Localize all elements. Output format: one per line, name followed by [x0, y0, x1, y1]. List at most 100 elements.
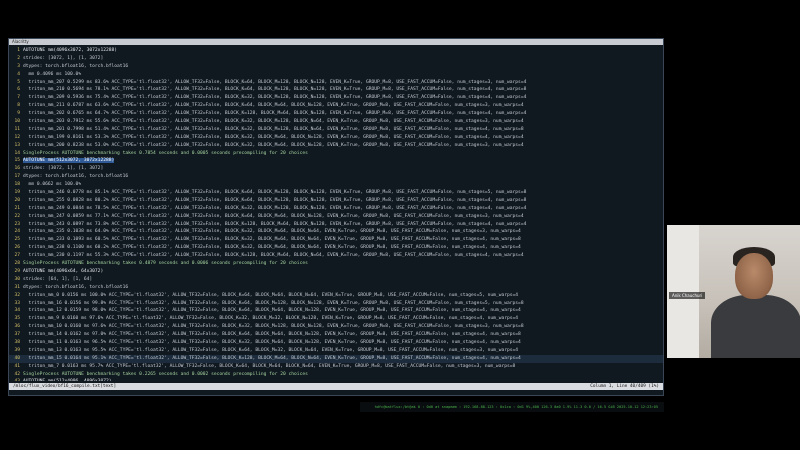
editor-line[interactable]: 11 triton_mm_201 0.7998 ms 51.4% ACC_TYP…	[9, 126, 663, 134]
line-number: 36	[14, 324, 20, 330]
editor-line[interactable]: 27 triton_mm_230 0.1197 ms 55.3% ACC_TYP…	[9, 252, 663, 260]
line-number: 40	[14, 355, 20, 361]
editor-line[interactable]: 40 triton_mm_15 0.0164 ms 95.1% ACC_TYPE…	[9, 354, 663, 363]
line-text: dtypes: torch.bfloat16, torch.bfloat16	[23, 284, 129, 290]
editor-text-area[interactable]: 1 AUTOTUNE mm(4096x3072, 3072x12288) 2 stri…	[9, 47, 663, 381]
editor-line[interactable]: 5 triton_mm_207 0.5299 ms 83.6% ACC_TYPE…	[9, 79, 663, 87]
line-number: 24	[14, 229, 20, 235]
editor-line[interactable]: 13 triton_mm_200 0.8238 ms 53.0% ACC_TYP…	[9, 142, 663, 150]
editor-line[interactable]: 20 triton_mm_255 0.0828 ms 80.2% ACC_TYP…	[9, 197, 663, 205]
editor-line[interactable]: 18 mm 0.0662 ms 100.0%	[9, 181, 663, 189]
line-text: triton_mm_199 0.8161 ms 53.3% ACC_TYPE='…	[23, 134, 524, 140]
line-number: 28	[14, 261, 20, 267]
line-text: triton_mm_14 0.0162 ms 97.0% ACC_TYPE='t…	[23, 332, 521, 338]
editor-line[interactable]: 17 dtypes: torch.bfloat16, torch.bfloat16	[9, 173, 663, 181]
editor-line[interactable]: 36 triton_mm_10 0.0160 ms 97.6% ACC_TYPE…	[9, 323, 663, 331]
line-text: AUTOTUNE mm(4096x3072, 3072x12288)	[23, 48, 118, 53]
line-text: triton_mm_243 0.0897 ms 73.8% ACC_TYPE='…	[23, 221, 527, 227]
line-number: 41	[14, 363, 20, 369]
line-text: triton_mm_201 0.7998 ms 51.4% ACC_TYPE='…	[23, 126, 524, 132]
editor-line[interactable]: 33 triton_mm_16 0.0156 ms 99.8% ACC_TYPE…	[9, 300, 663, 308]
line-number: 18	[14, 182, 20, 188]
system-tray-status: hdfc@batflux:/bt@ak 0 : 0d0 at snapmem :…	[360, 402, 664, 412]
editor-line[interactable]: 26 triton_mm_238 0.1100 ms 60.2% ACC_TYP…	[9, 244, 663, 252]
line-text: AUTOTUNE mm(4096x64, 64x3072)	[23, 268, 104, 274]
editor-line[interactable]: 10 triton_mm_203 0.7912 ms 55.6% ACC_TYP…	[9, 118, 663, 126]
line-text: triton_mm_0 0.0156 ms 100.0% ACC_TYPE='t…	[23, 292, 519, 298]
editor-line[interactable]: 12 triton_mm_199 0.8161 ms 53.3% ACC_TYP…	[9, 134, 663, 142]
line-text: triton_mm_230 0.1197 ms 55.3% ACC_TYPE='…	[23, 253, 524, 259]
editor-line[interactable]: 42 SingleProcess AUTOTUNE benchmarking ta…	[9, 371, 663, 379]
editor-line[interactable]: 14 SingleProcess AUTOTUNE benchmarking ta…	[9, 150, 663, 158]
editor-line[interactable]: 34 triton_mm_12 0.0159 ms 98.0% ACC_TYPE…	[9, 307, 663, 315]
line-text: triton_mm_11 0.0163 ms 96.5% ACC_TYPE='t…	[23, 339, 521, 345]
editor-line[interactable]: 39 triton_mm_13 0.0163 ms 95.5% ACC_TYPE…	[9, 347, 663, 355]
line-number: 19	[14, 190, 20, 196]
editor-line[interactable]: 35 triton_mm_9 0.0160 ms 97.6% ACC_TYPE=…	[9, 315, 663, 323]
cursor-position: Column 1, Line 40/409 (1%)	[590, 384, 659, 389]
command-line[interactable]	[9, 390, 663, 395]
editor-line[interactable]: 21 triton_mm_249 0.0844 ms 78.5% ACC_TYP…	[9, 205, 663, 213]
line-text: triton_mm_233 0.1093 ms 60.5% ACC_TYPE='…	[23, 237, 521, 243]
editor-line[interactable]: 8 triton_mm_211 0.6787 ms 63.6% ACC_TYPE…	[9, 102, 663, 110]
line-text: triton_mm_200 0.8238 ms 53.0% ACC_TYPE='…	[23, 142, 524, 148]
editor-line[interactable]: 22 triton_mm_247 0.0859 ms 77.1% ACC_TYP…	[9, 213, 663, 221]
line-number: 9	[17, 111, 20, 117]
editor-line[interactable]: 4 mm 0.4096 ms 100.0%	[9, 71, 663, 79]
editor-line[interactable]: 30 strides: [64, 1], [1, 64]	[9, 276, 663, 284]
line-text: triton_mm_246 0.0778 ms 85.1% ACC_TYPE='…	[23, 190, 527, 196]
line-number: 2	[17, 55, 20, 61]
line-text: triton_mm_211 0.6787 ms 63.6% ACC_TYPE='…	[23, 103, 524, 109]
line-number: 5	[17, 79, 20, 85]
editor-line[interactable]: 23 triton_mm_243 0.0897 ms 73.8% ACC_TYP…	[9, 221, 663, 229]
line-number: 35	[14, 316, 20, 322]
terminal-window[interactable]: Alacritty 1 AUTOTUNE mm(4096x3072, 3072x1…	[8, 38, 664, 396]
editor-line[interactable]: 9 triton_mm_202 0.6765 ms 64.7% ACC_TYPE…	[9, 110, 663, 118]
line-number: 16	[14, 166, 20, 172]
line-number: 42	[14, 371, 20, 377]
line-text: triton_mm_249 0.0844 ms 78.5% ACC_TYPE='…	[23, 205, 527, 211]
line-text: triton_mm_10 0.0160 ms 97.6% ACC_TYPE='t…	[23, 324, 524, 330]
editor-line[interactable]: 29 AUTOTUNE mm(4096x64, 64x3072)	[9, 268, 663, 276]
line-text: triton_mm_9 0.0160 ms 97.6% ACC_TYPE='tl…	[23, 316, 519, 322]
editor-line[interactable]: 41 triton_mm_7 0.0163 ms 95.7% ACC_TYPE=…	[9, 363, 663, 371]
editor-line[interactable]: 38 triton_mm_11 0.0163 ms 96.5% ACC_TYPE…	[9, 339, 663, 347]
editor-line[interactable]: 32 triton_mm_0 0.0156 ms 100.0% ACC_TYPE…	[9, 292, 663, 300]
line-text: strides: [3072, 1], [1, 3072]	[23, 55, 104, 61]
editor-line[interactable]: 43AUTOTUNE mm(512x4096, 4096x3072)	[9, 378, 663, 381]
editor-line[interactable]: 3 dtypes: torch.bfloat16, torch.bfloat16	[9, 63, 663, 71]
line-number: 23	[14, 221, 20, 227]
editor-line[interactable]: 25 triton_mm_233 0.1093 ms 60.5% ACC_TYP…	[9, 236, 663, 244]
line-number: 20	[14, 197, 20, 203]
editor-line[interactable]: 2 strides: [3072, 1], [1, 3072]	[9, 55, 663, 63]
line-number: 32	[14, 292, 20, 298]
editor-line[interactable]: 16 strides: [3072, 1], [1, 3072]	[9, 165, 663, 173]
editor-line[interactable]: 37 triton_mm_14 0.0162 ms 97.0% ACC_TYPE…	[9, 331, 663, 339]
line-text: AUTOTUNE mm(512x4096, 4096x3072)	[23, 379, 112, 381]
line-number: 8	[17, 103, 20, 109]
line-number: 34	[14, 308, 20, 314]
line-text: triton_mm_15 0.0164 ms 95.1% ACC_TYPE='t…	[23, 355, 521, 361]
line-number: 31	[14, 284, 20, 290]
line-number: 33	[14, 300, 20, 306]
line-text: triton_mm_209 0.5936 ms 75.4% ACC_TYPE='…	[23, 95, 527, 101]
line-number: 30	[14, 276, 20, 282]
line-number: 7	[17, 95, 20, 101]
editor-line[interactable]: 1 AUTOTUNE mm(4096x3072, 3072x12288)	[9, 47, 663, 55]
editor-line[interactable]: 31 dtypes: torch.bfloat16, torch.bfloat16	[9, 284, 663, 292]
line-text: strides: [64, 1], [1, 64]	[23, 276, 93, 282]
line-number: 3	[17, 63, 20, 69]
line-text: dtypes: torch.bfloat16, torch.bfloat16	[23, 63, 129, 69]
editor-line[interactable]: 15 AUTOTUNE mm(512x3072, 3072x12288)	[9, 157, 663, 165]
editor-line[interactable]: 19 triton_mm_246 0.0778 ms 85.1% ACC_TYP…	[9, 189, 663, 197]
line-text: strides: [3072, 1], [1, 3072]	[23, 166, 104, 172]
line-number: 4	[17, 71, 20, 77]
editor-line[interactable]: 6 triton_mm_210 0.5694 ms 78.1% ACC_TYPE…	[9, 86, 663, 94]
line-number: 37	[14, 332, 20, 338]
editor-line[interactable]: 7 triton_mm_209 0.5936 ms 75.4% ACC_TYPE…	[9, 94, 663, 102]
line-number: 13	[14, 142, 20, 148]
editor-line[interactable]: 24 triton_mm_235 0.1038 ms 64.0% ACC_TYP…	[9, 228, 663, 236]
editor-line[interactable]: 28 SingleProcess AUTOTUNE benchmarking ta…	[9, 260, 663, 268]
line-text: AUTOTUNE mm(512x3072, 3072x12288)	[23, 158, 115, 164]
line-text: triton_mm_255 0.0828 ms 80.2% ACC_TYPE='…	[23, 197, 527, 203]
